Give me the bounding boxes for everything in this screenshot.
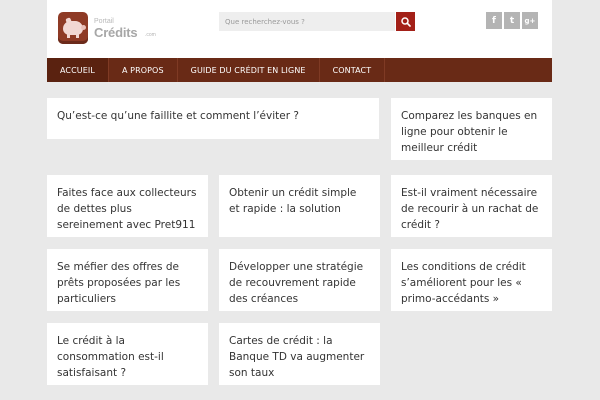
- search-icon: [400, 16, 411, 27]
- article-card[interactable]: Comparez les banques en ligne pour obten…: [391, 98, 552, 160]
- nav-item-accueil[interactable]: ACCUEIL: [47, 58, 109, 82]
- site-header: Portail Crédits .com f t g+: [47, 0, 552, 58]
- article-card[interactable]: Qu’est-ce qu’une faillite et comment l’é…: [47, 98, 379, 139]
- article-card[interactable]: Est-il vraiment nécessaire de recourir à…: [391, 175, 552, 237]
- nav-item-guide[interactable]: GUIDE DU CRÉDIT EN LIGNE: [178, 58, 320, 82]
- nav-item-a-propos[interactable]: A PROPOS: [109, 58, 178, 82]
- article-card[interactable]: Les conditions de crédit s’améliorent po…: [391, 249, 552, 311]
- article-card[interactable]: Le crédit à la consommation est-il satis…: [47, 323, 208, 385]
- facebook-icon[interactable]: f: [486, 12, 502, 29]
- site-logo[interactable]: Portail Crédits .com: [58, 10, 168, 48]
- piggy-bank-icon: [58, 12, 88, 44]
- article-card[interactable]: Obtenir un crédit simple et rapide : la …: [219, 175, 380, 237]
- twitter-icon[interactable]: t: [504, 12, 520, 29]
- article-card[interactable]: Faites face aux collecteurs de dettes pl…: [47, 175, 208, 237]
- search-form: [219, 12, 415, 31]
- search-button[interactable]: [396, 12, 415, 31]
- search-input[interactable]: [219, 12, 395, 31]
- logo-tld-text: .com: [145, 32, 156, 38]
- logo-main-text: Crédits: [94, 25, 138, 40]
- logo-small-text: Portail: [94, 18, 114, 25]
- nav-item-contact[interactable]: CONTACT: [320, 58, 386, 82]
- google-plus-icon[interactable]: g+: [522, 12, 538, 29]
- main-nav: ACCUEIL A PROPOS GUIDE DU CRÉDIT EN LIGN…: [47, 58, 552, 82]
- article-card[interactable]: Cartes de crédit : la Banque TD va augme…: [219, 323, 380, 385]
- article-card[interactable]: Se méfier des offres de prêts proposées …: [47, 249, 208, 311]
- article-card[interactable]: Développer une stratégie de recouvrement…: [219, 249, 380, 311]
